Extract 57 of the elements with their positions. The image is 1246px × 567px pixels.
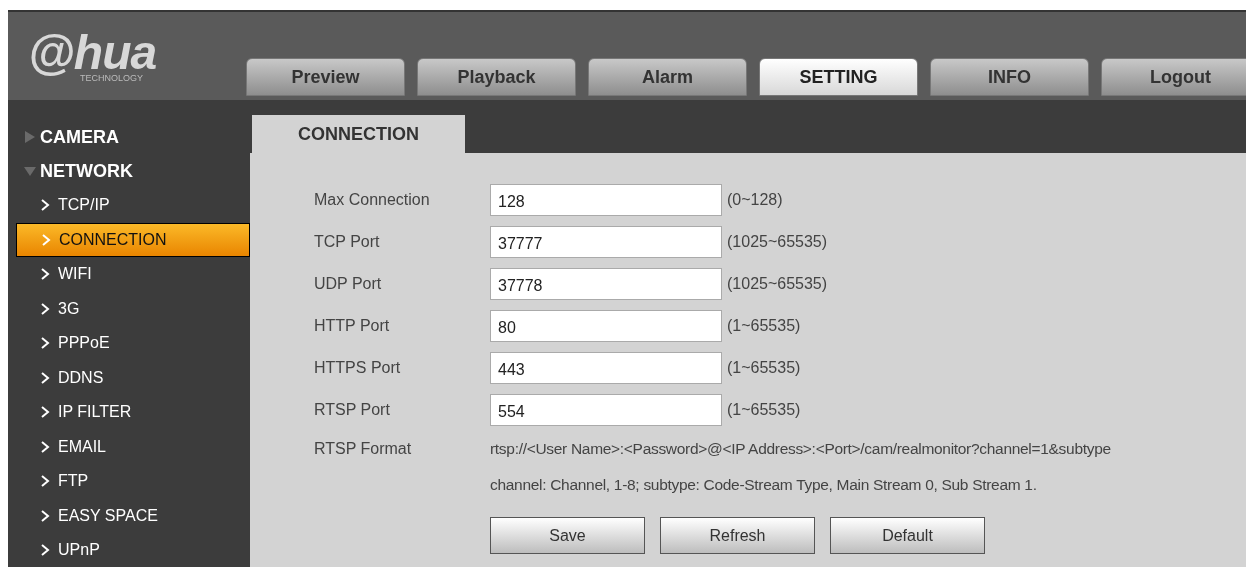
action-button[interactable]: Default xyxy=(830,517,985,554)
chevron-icon xyxy=(40,509,50,522)
field-label: TCP Port xyxy=(314,233,381,251)
chevron-icon xyxy=(40,371,50,384)
sidebar-item[interactable]: DDNS xyxy=(8,360,250,395)
sidebar-item[interactable]: CONNECTION xyxy=(16,222,250,257)
chevron-icon xyxy=(40,302,50,315)
triangle-icon xyxy=(24,131,36,143)
chevron-icon xyxy=(40,337,50,350)
section-tab[interactable]: CONNECTION xyxy=(252,115,465,153)
input-field[interactable]: 554 xyxy=(490,394,722,426)
chevron-icon xyxy=(40,440,50,453)
range-hint: (1~65535) xyxy=(727,401,801,419)
sidebar-item[interactable]: WIFI xyxy=(8,257,250,292)
chevron-icon xyxy=(40,199,50,212)
range-hint: (1025~65535) xyxy=(727,275,828,293)
chevron-icon xyxy=(40,544,50,557)
input-field[interactable]: 443 xyxy=(490,352,722,384)
field-label: RTSP Format xyxy=(314,440,413,458)
chevron-icon xyxy=(40,475,50,488)
range-hint: (1025~65535) xyxy=(727,233,828,251)
sidebar-item[interactable]: IP FILTER xyxy=(8,395,250,430)
action-button[interactable]: Refresh xyxy=(660,517,815,554)
sidebar-item[interactable]: 3G xyxy=(8,291,250,326)
sidebar-item[interactable]: TCP/IP xyxy=(8,188,250,223)
rtsp-url: rtsp://<User Name>:<Password>@<IP Address>:<Port>/cam/realmonitor?channel=1&subtype xyxy=(490,440,1111,458)
nav-tab[interactable]: Preview xyxy=(246,58,405,96)
action-button[interactable]: Save xyxy=(490,517,645,554)
range-hint: (1~65535) xyxy=(727,359,801,377)
chevron-icon xyxy=(40,406,50,419)
field-label: HTTP Port xyxy=(314,317,391,335)
input-field[interactable]: 37778 xyxy=(490,268,722,300)
sidebar-item[interactable]: EMAIL xyxy=(8,429,250,464)
input-field[interactable]: 80 xyxy=(490,310,722,342)
nav-tab[interactable]: Alarm xyxy=(588,58,747,96)
range-hint: (0~128) xyxy=(727,191,783,209)
nav-tab[interactable]: Playback xyxy=(417,58,576,96)
sidebar-item[interactable]: UPnP xyxy=(8,533,250,567)
nav-tab[interactable]: INFO xyxy=(930,58,1089,96)
triangle-icon xyxy=(24,165,36,177)
rtsp-note: channel: Channel, 1-8; subtype: Code-Stream Type, Main Stream 0, Sub Stream 1. xyxy=(490,476,1037,494)
input-field[interactable]: 128 xyxy=(490,184,722,216)
sidebar-group[interactable]: NETWORK xyxy=(8,154,250,188)
input-field[interactable]: 37777 xyxy=(490,226,722,258)
field-label: RTSP Port xyxy=(314,401,391,419)
chevron-icon xyxy=(41,233,51,246)
nav-tab[interactable]: SETTING xyxy=(759,58,918,96)
sidebar-item[interactable]: PPPoE xyxy=(8,326,250,361)
sidebar-item[interactable]: EASY SPACE xyxy=(8,498,250,533)
field-label: Max Connection xyxy=(314,191,431,209)
field-label: HTTPS Port xyxy=(314,359,402,377)
sidebar-group[interactable]: CAMERA xyxy=(8,120,250,154)
nav-tab[interactable]: Logout xyxy=(1101,58,1246,96)
range-hint: (1~65535) xyxy=(727,317,801,335)
sidebar-item[interactable]: FTP xyxy=(8,464,250,499)
field-label: UDP Port xyxy=(314,275,383,293)
chevron-icon xyxy=(40,268,50,281)
